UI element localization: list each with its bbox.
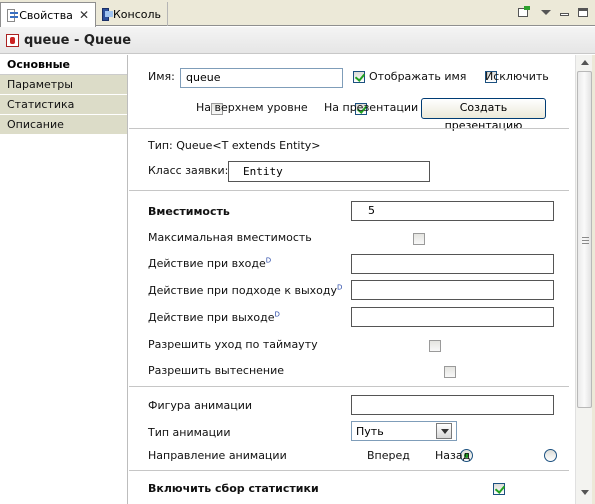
create-presentation-button[interactable]: Создать презентацию xyxy=(421,98,546,132)
dynamic-marker: D xyxy=(274,310,280,319)
divider xyxy=(129,386,569,387)
stats-label: Включить сбор статистики xyxy=(148,482,319,495)
agent-class-input[interactable]: Entity xyxy=(228,161,430,182)
pin-icon[interactable] xyxy=(516,5,532,21)
enable-timeout-label: Разрешить уход по таймауту xyxy=(148,338,318,351)
console-icon xyxy=(102,7,113,21)
on-enter-label: Действие при входеD xyxy=(148,256,272,270)
sidebar: Основные Параметры Статистика Описание xyxy=(0,55,128,504)
anim-type-label: Тип анимации xyxy=(148,426,231,439)
view-menu-icon[interactable] xyxy=(538,5,554,21)
direction-backward-radio[interactable] xyxy=(544,449,557,462)
divider xyxy=(129,128,569,129)
sidebar-item-parameters[interactable]: Параметры xyxy=(0,75,127,95)
on-at-exit-label: Действие при подходе к выходуD xyxy=(148,283,343,297)
show-name-label: Отображать имя xyxy=(369,70,467,83)
stats-checkbox[interactable] xyxy=(492,483,505,495)
queue-icon xyxy=(6,33,19,47)
dynamic-marker: D xyxy=(336,283,343,292)
capacity-label: Вместимость xyxy=(148,205,230,218)
divider xyxy=(129,190,569,191)
grip-line xyxy=(582,240,589,241)
chevron-down-icon[interactable] xyxy=(436,423,452,439)
name-label: Имя: xyxy=(148,70,175,83)
sidebar-item-statistics[interactable]: Статистика xyxy=(0,95,127,115)
vertical-scrollbar[interactable] xyxy=(575,55,593,504)
on-exit-label: Действие при выходеD xyxy=(148,310,280,324)
on-enter-input[interactable] xyxy=(351,254,554,274)
scrollbar-thumb[interactable] xyxy=(577,71,592,408)
agent-class-label: Класс заявки: xyxy=(148,164,229,177)
exclude-label: Исключить xyxy=(485,70,549,83)
page-title: queue - Queue xyxy=(24,32,132,48)
maximize-icon[interactable] xyxy=(575,5,591,21)
max-capacity-label: Максимальная вместимость xyxy=(148,231,312,244)
properties-header: queue - Queue xyxy=(0,27,595,54)
enable-preemption-label: Разрешить вытеснение xyxy=(148,364,285,377)
enable-preemption-checkbox[interactable] xyxy=(444,366,456,378)
tab-console[interactable]: Консоль xyxy=(96,2,168,26)
dynamic-marker: D xyxy=(265,256,272,265)
direction-backward-label: Назад xyxy=(435,449,471,462)
tab-properties[interactable]: Свойства ✕ xyxy=(0,2,96,27)
scroll-up-icon[interactable] xyxy=(576,55,593,70)
type-text: Тип: Queue<T extends Entity> xyxy=(148,139,321,152)
tab-properties-label: Свойства xyxy=(19,8,73,22)
grip-line xyxy=(582,237,589,238)
show-name-checkbox[interactable] xyxy=(353,71,365,83)
on-presentation-label: На презентации xyxy=(324,101,419,114)
properties-icon xyxy=(7,8,18,22)
anim-shape-input[interactable] xyxy=(351,395,554,415)
view-tab-bar: Свойства ✕ Консоль xyxy=(0,0,595,27)
enable-timeout-checkbox[interactable] xyxy=(428,340,441,352)
max-capacity-checkbox[interactable] xyxy=(413,233,425,245)
direction-forward-label: Вперед xyxy=(367,449,410,462)
properties-form: Имя: queue Отображать имя Исключить На в… xyxy=(129,55,575,504)
top-level-label: На верхнем уровне xyxy=(196,101,308,114)
sidebar-item-main[interactable]: Основные xyxy=(0,55,127,75)
anim-type-select[interactable]: Путь xyxy=(351,421,457,441)
tab-console-label: Консоль xyxy=(112,7,161,21)
on-exit-input[interactable] xyxy=(351,307,554,327)
anim-direction-label: Направление анимации xyxy=(148,449,287,462)
on-at-exit-input[interactable] xyxy=(351,280,554,300)
capacity-input[interactable]: 5 xyxy=(351,201,554,221)
anim-type-value: Путь xyxy=(356,424,384,438)
scroll-down-icon[interactable] xyxy=(576,485,593,500)
minimize-icon[interactable] xyxy=(556,5,572,21)
close-icon[interactable]: ✕ xyxy=(79,9,89,21)
name-input[interactable]: queue xyxy=(180,68,343,88)
grip-line xyxy=(582,243,589,244)
divider xyxy=(129,470,569,471)
sidebar-item-description[interactable]: Описание xyxy=(0,115,127,135)
anim-shape-label: Фигура анимации xyxy=(148,399,253,412)
